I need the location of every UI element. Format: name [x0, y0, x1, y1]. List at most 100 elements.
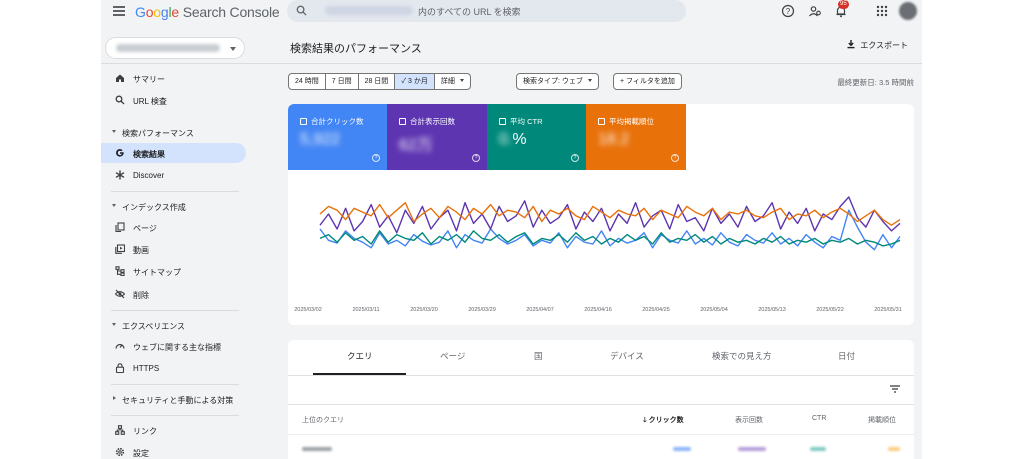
metric-value: 18.2 — [598, 131, 630, 148]
range-7d[interactable]: 7 日間 — [326, 74, 359, 89]
sidebar-item-https[interactable]: HTTPS — [101, 358, 251, 378]
property-selector[interactable] — [105, 37, 245, 59]
search-type-filter[interactable]: 検索タイプ: ウェブ — [516, 73, 599, 90]
product-name: Search Console — [182, 4, 280, 20]
property-name-redacted — [116, 44, 220, 52]
x-tick-label: 2025/04/25 — [642, 307, 670, 313]
gear-icon — [115, 447, 125, 457]
sidebar-item-removals[interactable]: 削除 — [101, 284, 251, 304]
menu-icon[interactable] — [113, 6, 125, 16]
performance-chart: 2025/03/02 2025/03/11 2025/03/20 2025/03/29… — [294, 196, 902, 313]
range-24h[interactable]: 24 時間 — [289, 74, 326, 89]
search-icon — [296, 5, 307, 16]
metric-value: 62万 — [399, 137, 433, 154]
add-filter-button[interactable]: + フィルタを追加 — [613, 73, 682, 90]
series-line-1 — [319, 196, 901, 234]
section-security[interactable]: セキュリティと手動による対策 — [101, 391, 251, 407]
section-experience[interactable]: エクスペリエンス — [101, 317, 251, 333]
users-icon[interactable] — [808, 4, 822, 18]
tab-dates[interactable]: 日付 — [838, 350, 855, 362]
dropdown-icon — [587, 79, 592, 82]
date-range-selector: 24 時間 7 日間 28 日間 ✓ 3 か月 詳細 — [288, 73, 471, 90]
asterisk-icon — [115, 170, 125, 180]
column-top-queries: 上位のクエリ — [302, 417, 344, 424]
pages-icon — [115, 222, 125, 232]
apps-icon[interactable] — [875, 4, 889, 18]
sidebar-item-summary[interactable]: サマリー — [101, 68, 251, 88]
metric-average-ctr[interactable]: 平均 CTR 0.% ? — [487, 104, 586, 170]
sidebar-item-links[interactable]: リンク — [101, 420, 251, 440]
video-icon — [115, 244, 125, 254]
export-button[interactable]: エクスポート — [847, 40, 908, 51]
sidebar-item-settings[interactable]: 設定 — [101, 442, 251, 459]
filter-icon[interactable] — [889, 384, 901, 394]
tab-countries[interactable]: 国 — [534, 350, 543, 362]
tab-search-appearance[interactable]: 検索での見え方 — [712, 350, 772, 362]
logo[interactable]: Google Search Console — [135, 4, 280, 20]
metric-total-impressions[interactable]: 合計表示回数 62万 ? — [387, 104, 487, 170]
metric-total-clicks[interactable]: 合計クリック数 5,922 ? — [288, 104, 387, 170]
column-position[interactable]: 掲載順位 — [868, 415, 896, 425]
page-title: 検索結果のパフォーマンス — [290, 43, 422, 55]
sidebar-item-pages[interactable]: ページ — [101, 217, 251, 237]
sidebar-item-search-results[interactable]: 検索結果 — [101, 143, 246, 163]
performance-card: 合計クリック数 5,922 ? 合計表示回数 62万 ? 平均 CTR 0.% … — [288, 104, 914, 325]
lock-icon — [115, 363, 125, 373]
metric-average-position[interactable]: 平均掲載順位 18.2 ? — [586, 104, 686, 170]
column-clicks[interactable]: 🡓 クリック数 — [643, 415, 684, 427]
tab-queries[interactable]: クエリ — [347, 350, 373, 362]
tab-pages[interactable]: ページ — [440, 350, 465, 362]
last-updated: 最終更新日: 3.5 時間前 — [837, 78, 914, 87]
divider — [111, 415, 239, 416]
column-impressions[interactable]: 表示回数 — [735, 415, 763, 425]
search-icon — [115, 95, 125, 105]
divider — [288, 375, 914, 376]
redacted-query — [302, 447, 332, 451]
property-url-redacted — [325, 6, 413, 15]
sidebar: サマリー URL 検査 検索パフォーマンス 検索結果 Discover インデッ… — [101, 26, 251, 459]
sidebar-item-core-web-vitals[interactable]: ウェブに関する主な指標 — [101, 336, 251, 356]
title-divider — [101, 63, 922, 64]
x-tick-label: 2025/05/22 — [816, 307, 844, 313]
dimension-tabs: クエリ ページ 国 デバイス 検索での見え方 日付 上位のクエリ 🡓 クリック数… — [288, 340, 914, 459]
divider — [288, 434, 914, 435]
checkbox-icon — [300, 118, 307, 125]
eye-off-icon — [115, 289, 125, 299]
main-content: 検索結果のパフォーマンス エクスポート 24 時間 7 日間 28 日間 ✓ 3… — [101, 26, 922, 459]
tab-devices[interactable]: デバイス — [610, 350, 644, 362]
avatar[interactable] — [899, 2, 917, 20]
x-tick-label: 2025/05/13 — [758, 307, 786, 313]
metric-value: 0.% — [499, 131, 527, 148]
divider — [288, 404, 914, 405]
section-indexing[interactable]: インデックス作成 — [101, 198, 251, 214]
expand-icon — [113, 396, 116, 400]
column-ctr[interactable]: CTR — [812, 415, 826, 422]
help-icon[interactable]: ? — [571, 154, 579, 162]
x-tick-label: 2025/03/02 — [294, 307, 322, 313]
dropdown-icon — [459, 79, 464, 82]
sidebar-item-videos[interactable]: 動画 — [101, 239, 251, 259]
x-tick-label: 2025/05/04 — [700, 307, 728, 313]
metric-value: 5,922 — [300, 131, 341, 148]
search-input[interactable]: 内のすべての URL を検索 — [287, 0, 686, 22]
section-search-performance[interactable]: 検索パフォーマンス — [101, 124, 251, 140]
help-icon[interactable]: ? — [472, 154, 480, 162]
sidebar-item-url-inspection[interactable]: URL 検査 — [101, 90, 251, 110]
checkbox-icon — [499, 118, 506, 125]
divider — [111, 191, 239, 192]
search-placeholder: 内のすべての URL を検索 — [418, 7, 521, 17]
help-icon[interactable]: ? — [671, 154, 679, 162]
app: Google Search Console 内のすべての URL を検索 ? 9… — [101, 0, 922, 459]
divider — [111, 384, 239, 385]
range-28d[interactable]: 28 日間 — [359, 74, 396, 89]
sidebar-item-discover[interactable]: Discover — [101, 165, 251, 185]
x-tick-label: 2025/03/11 — [352, 307, 379, 313]
chevron-down-icon — [230, 47, 236, 51]
range-3m[interactable]: ✓ 3 か月 — [395, 74, 435, 89]
collapse-icon — [112, 204, 116, 207]
x-tick-label: 2025/05/31 — [874, 307, 902, 313]
help-icon[interactable]: ? — [781, 4, 795, 18]
sidebar-item-sitemaps[interactable]: サイトマップ — [101, 261, 251, 281]
range-custom[interactable]: 詳細 — [435, 74, 470, 89]
help-icon[interactable]: ? — [372, 154, 380, 162]
